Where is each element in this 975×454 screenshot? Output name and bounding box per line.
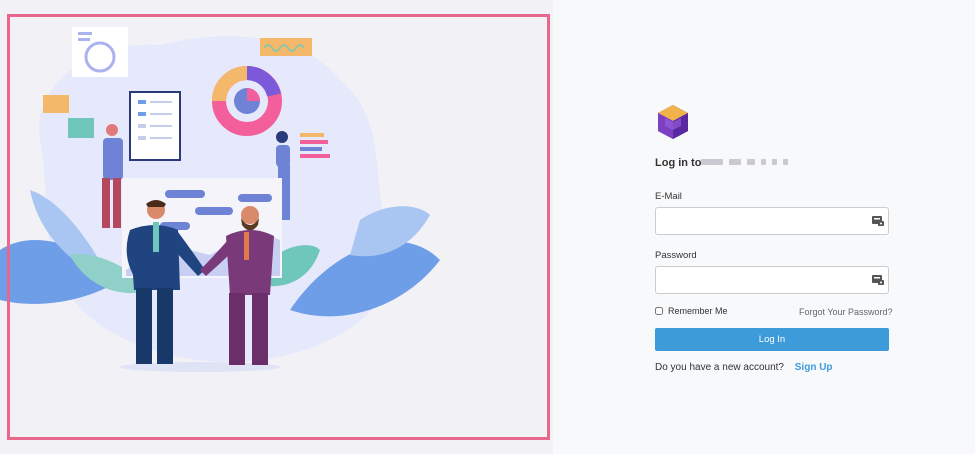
key-icon[interactable] xyxy=(872,275,884,285)
login-title: Log in to xyxy=(655,157,702,169)
login-button[interactable]: Log In xyxy=(655,328,889,351)
illustration-panel xyxy=(0,0,553,454)
highlight-frame xyxy=(7,14,550,440)
redacted-site-name xyxy=(701,159,788,165)
email-field[interactable] xyxy=(655,207,889,235)
password-label: Password xyxy=(655,250,697,261)
signup-link[interactable]: Sign Up xyxy=(795,362,833,373)
password-field[interactable] xyxy=(655,266,889,294)
new-account-text: Do you have a new account? xyxy=(655,362,784,373)
email-label: E-Mail xyxy=(655,191,682,202)
forgot-password-link[interactable]: Forgot Your Password? xyxy=(799,307,893,317)
remember-me-checkbox[interactable] xyxy=(655,307,663,315)
signup-row: Do you have a new account? Sign Up xyxy=(655,362,833,373)
key-icon[interactable] xyxy=(872,216,884,226)
remember-me[interactable]: Remember Me xyxy=(655,306,728,316)
cube-logo-icon xyxy=(658,105,688,139)
remember-me-label: Remember Me xyxy=(668,306,728,316)
